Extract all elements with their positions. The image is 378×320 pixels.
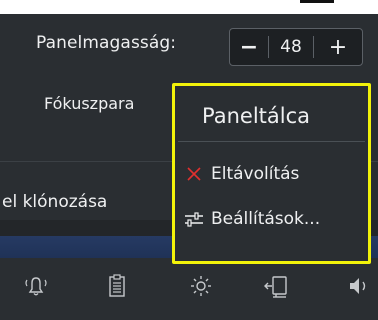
volume-icon[interactable] — [344, 272, 372, 300]
context-menu-divider — [178, 141, 365, 142]
focus-setting-label: Fókuszpara — [44, 94, 135, 113]
brightness-icon[interactable] — [187, 272, 215, 300]
panel-tray-context-menu: Paneltálca Eltávolítás Beállítások... — [172, 83, 371, 264]
panel-height-value[interactable]: 48 — [269, 29, 313, 65]
panel-height-stepper[interactable]: − 48 + — [229, 28, 363, 66]
notifications-bell-icon[interactable] — [22, 272, 50, 300]
top-strip-fragment — [300, 0, 334, 3]
configure-sliders-icon — [180, 209, 208, 229]
top-strip — [0, 0, 378, 14]
clone-panel-button[interactable]: el klónozása — [0, 183, 162, 221]
remove-menu-item[interactable]: Eltávolítás — [175, 157, 368, 191]
remove-menu-label: Eltávolítás — [211, 164, 300, 184]
settings-menu-label: Beállítások... — [211, 209, 321, 229]
panel-height-label: Panelmagasság: — [36, 33, 177, 53]
decrease-height-button[interactable]: − — [230, 29, 268, 65]
context-menu-title: Paneltálca — [202, 104, 311, 128]
close-x-icon — [180, 164, 208, 184]
clipboard-icon[interactable] — [103, 272, 131, 300]
increase-height-button[interactable]: + — [314, 29, 362, 65]
network-icon[interactable] — [262, 272, 290, 300]
settings-menu-item[interactable]: Beállítások... — [175, 202, 368, 236]
